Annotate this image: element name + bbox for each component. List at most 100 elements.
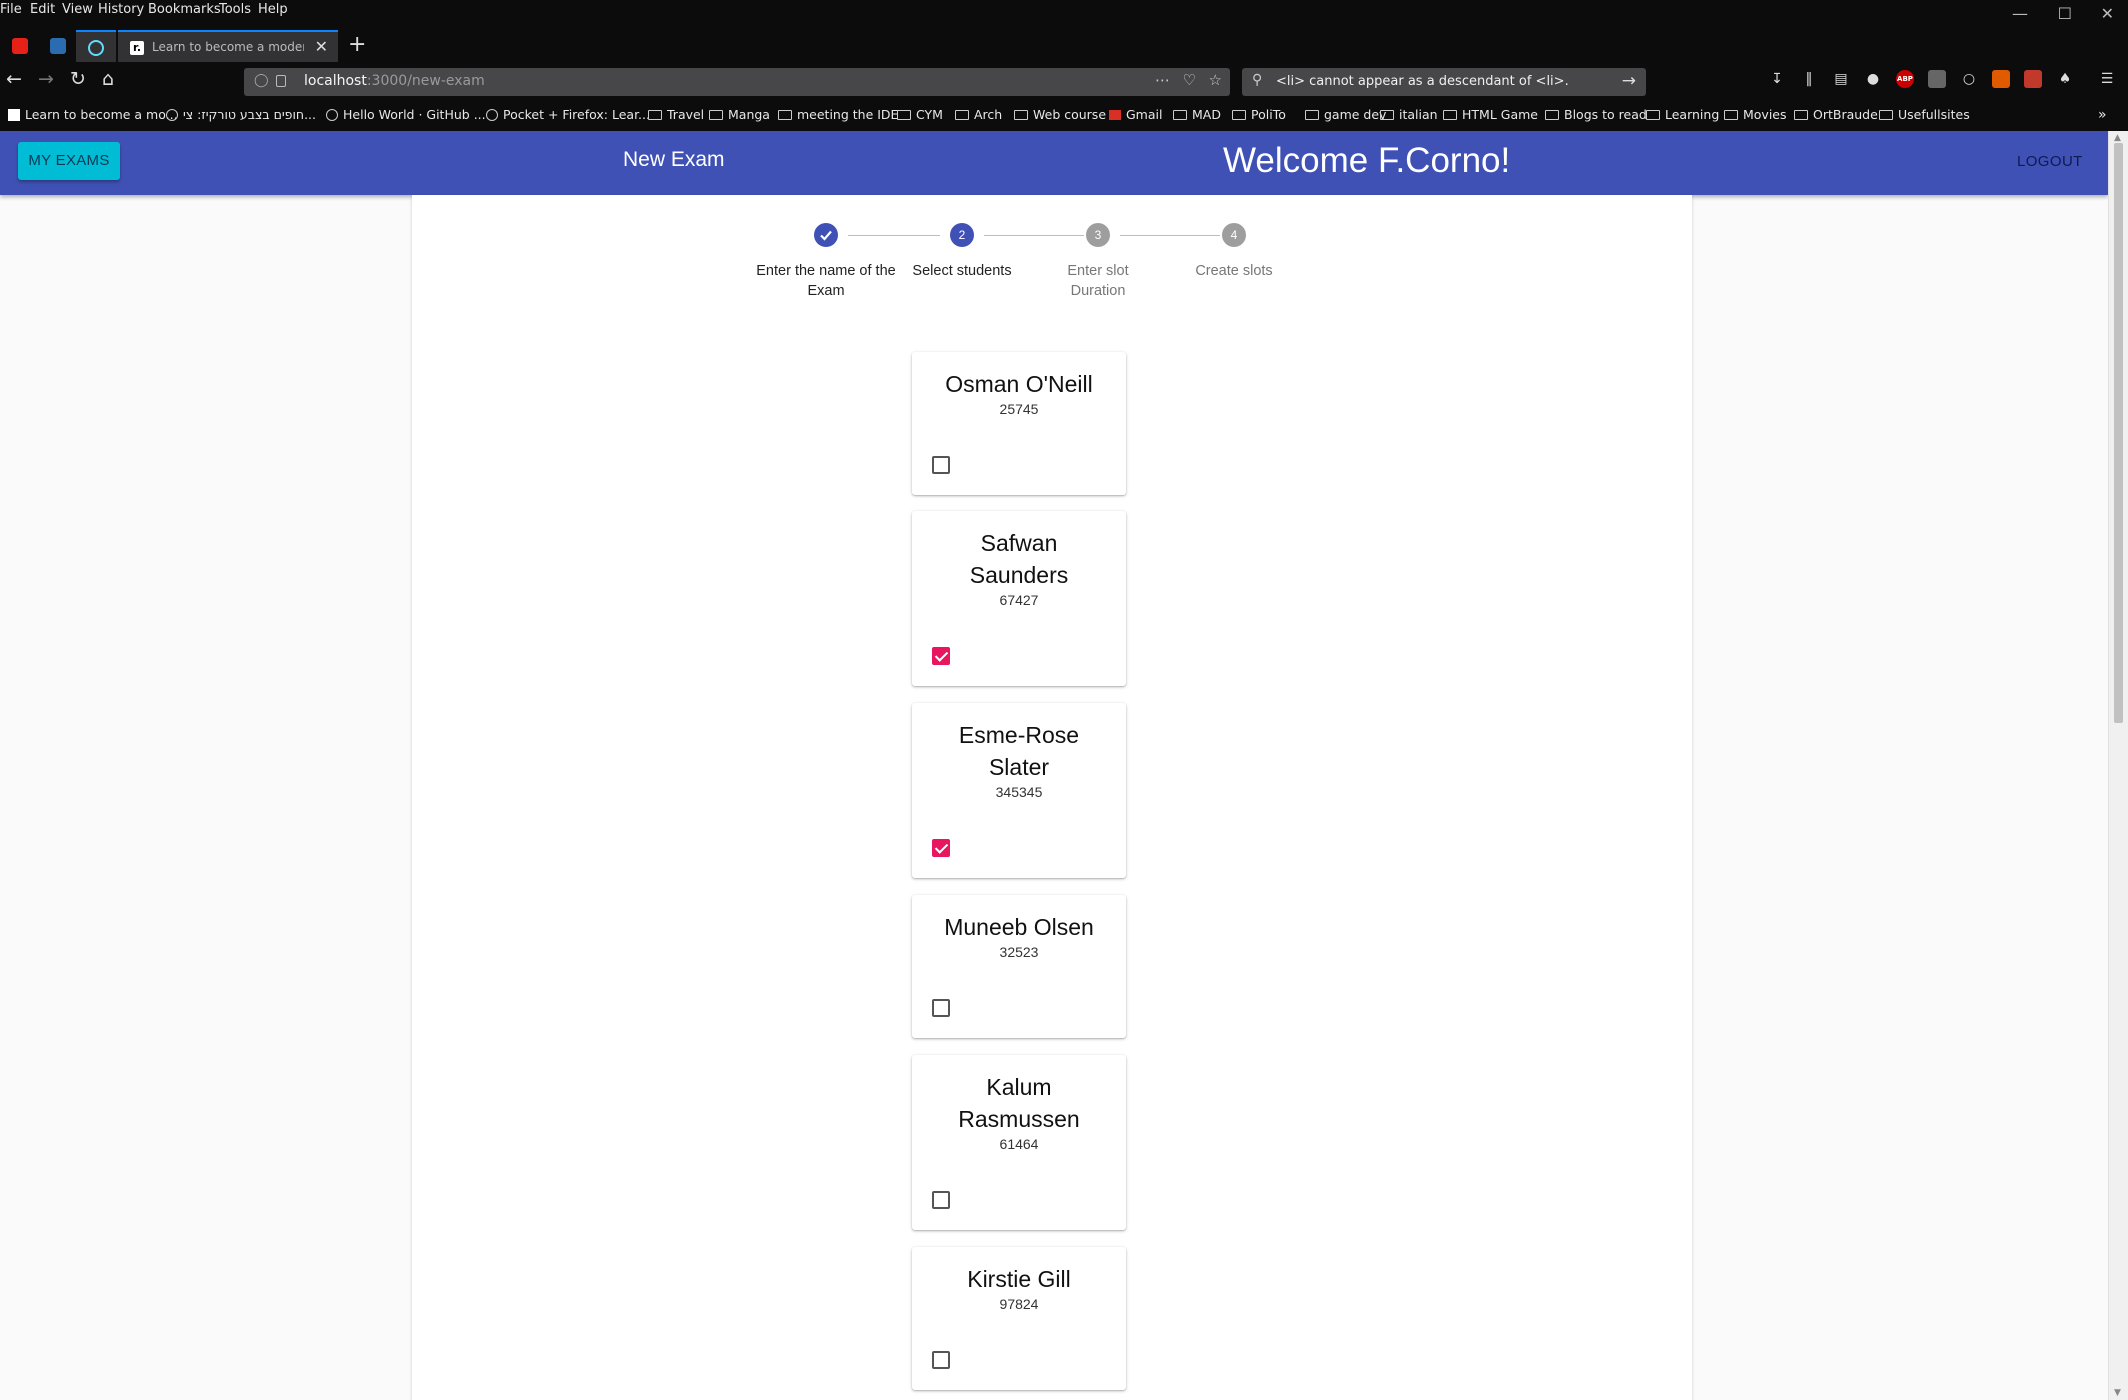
adblock-icon[interactable]: ABP: [1896, 70, 1914, 88]
student-card[interactable]: Kalum Rasmussen 61464: [912, 1055, 1126, 1230]
gmail-icon: [1109, 110, 1121, 120]
sidebar-icon[interactable]: ▤: [1832, 70, 1850, 88]
bookmark-folder[interactable]: italian: [1380, 107, 1438, 122]
extension-puzzle-icon[interactable]: ♠: [2056, 70, 2074, 88]
minimize-icon[interactable]: —: [2012, 4, 2028, 23]
bookmark-item[interactable]: חופים בצבע טורקיז: צי...: [166, 107, 316, 122]
url-bar[interactable]: ◯ localhost:3000/new-exam ⋯ ♡ ☆: [244, 68, 1230, 96]
student-checkbox[interactable]: [932, 1191, 950, 1209]
bookmark-label: MAD: [1192, 107, 1221, 122]
search-icon: ⚲: [1252, 72, 1263, 88]
page-actions-icon[interactable]: ⋯: [1155, 71, 1170, 89]
folder-icon: [648, 110, 662, 120]
student-checkbox-checked[interactable]: [932, 839, 950, 857]
menu-bookmarks[interactable]: Bookmarks: [148, 2, 221, 17]
hamburger-menu-icon[interactable]: ☰: [2098, 70, 2116, 88]
step-label: Enter the name of the Exam: [756, 263, 896, 299]
shield-icon[interactable]: ◯: [254, 73, 269, 88]
student-card[interactable]: Safwan Saunders 67427: [912, 511, 1126, 686]
bookmarks-overflow-icon[interactable]: »: [2098, 107, 2107, 123]
close-tab-icon[interactable]: ✕: [315, 37, 328, 56]
new-tab-icon[interactable]: +: [348, 32, 366, 57]
menu-edit[interactable]: Edit: [30, 2, 55, 17]
back-icon[interactable]: ←: [6, 68, 22, 90]
extension-orange-icon[interactable]: [1992, 70, 2010, 88]
my-exams-button[interactable]: MY EXAMS: [18, 142, 120, 180]
search-go-icon[interactable]: →: [1622, 71, 1636, 91]
bookmark-label: Web course: [1033, 107, 1107, 122]
bookmark-folder[interactable]: OrtBraude: [1794, 107, 1878, 122]
search-input[interactable]: <li> cannot appear as a descendant of <l…: [1276, 74, 1569, 89]
student-card[interactable]: Osman O'Neill 25745: [912, 352, 1126, 495]
pinned-tab-youtube[interactable]: [0, 30, 40, 62]
menu-history[interactable]: History: [98, 2, 144, 17]
bookmark-item[interactable]: Gmail: [1109, 107, 1162, 122]
page-info-icon[interactable]: [276, 75, 286, 87]
maximize-icon[interactable]: ☐: [2058, 4, 2072, 23]
bookmark-folder[interactable]: game dev: [1305, 107, 1386, 122]
extension-w-icon[interactable]: ○: [1960, 70, 1978, 88]
bookmark-item[interactable]: Hello World · GitHub ...: [326, 107, 486, 122]
student-name: Kalum Rasmussen: [958, 1074, 1080, 1132]
url-text[interactable]: localhost:3000/new-exam: [304, 73, 485, 89]
bookmark-folder[interactable]: Manga: [709, 107, 770, 122]
bookmark-item[interactable]: Learn to become a mo...: [8, 107, 178, 122]
globe-icon: [486, 109, 498, 121]
bookmark-folder[interactable]: Blogs to read: [1545, 107, 1647, 122]
extension-red-icon[interactable]: [2024, 70, 2042, 88]
bookmark-folder[interactable]: Travel: [648, 107, 704, 122]
student-checkbox[interactable]: [932, 456, 950, 474]
student-card[interactable]: Kirstie Gill 97824: [912, 1247, 1126, 1390]
bookmark-folder[interactable]: HTML Game: [1443, 107, 1538, 122]
library-icon[interactable]: ‖: [1800, 70, 1818, 88]
bookmark-label: PoliTo: [1251, 107, 1286, 122]
bookmark-label: Hello World · GitHub ...: [343, 107, 486, 122]
bookmark-folder[interactable]: Movies: [1724, 107, 1787, 122]
bookmark-folder[interactable]: CYM: [897, 107, 943, 122]
bookmark-folder[interactable]: PoliTo: [1232, 107, 1286, 122]
account-icon[interactable]: ●: [1864, 70, 1882, 88]
student-checkbox[interactable]: [932, 999, 950, 1017]
menu-view[interactable]: View: [62, 2, 93, 17]
bookmark-item[interactable]: Pocket + Firefox: Lear...: [486, 107, 650, 122]
logout-button[interactable]: LOGOUT: [2017, 153, 2083, 170]
page-viewport: MY EXAMS New Exam Welcome F.Corno! LOGOU…: [0, 131, 2108, 1400]
scroll-up-icon[interactable]: ▲: [2114, 133, 2121, 143]
scrollbar-thumb[interactable]: [2114, 143, 2123, 723]
bookmark-folder[interactable]: MAD: [1173, 107, 1221, 122]
pinned-tab-react[interactable]: [76, 30, 116, 62]
new-exam-panel: Enter the name of the Exam 2 Select stud…: [412, 195, 1692, 1400]
tab-current[interactable]: r. Learn to become a modern fro ✕: [118, 30, 338, 62]
app-bar: MY EXAMS New Exam Welcome F.Corno! LOGOU…: [0, 131, 2108, 195]
extension-icon[interactable]: [1928, 70, 1946, 88]
bookmark-star-icon[interactable]: ☆: [1209, 71, 1222, 89]
github-icon: [326, 109, 338, 121]
student-card[interactable]: Esme-Rose Slater 345345: [912, 703, 1126, 878]
student-checkbox[interactable]: [932, 1351, 950, 1369]
page-scrollbar[interactable]: ▲ ▼: [2108, 131, 2128, 1400]
bookmark-label: Travel: [667, 107, 705, 122]
bookmark-label: game dev: [1324, 107, 1387, 122]
menu-bar: File Edit View History Bookmarks Tools H…: [0, 0, 2128, 22]
reload-icon[interactable]: ↻: [70, 68, 86, 90]
home-icon[interactable]: ⌂: [102, 68, 114, 90]
bookmark-folder[interactable]: Arch: [955, 107, 1002, 122]
student-checkbox-checked[interactable]: [932, 647, 950, 665]
bookmark-folder[interactable]: Web course: [1014, 107, 1106, 122]
menu-help[interactable]: Help: [258, 2, 288, 17]
student-name: Esme-Rose Slater: [958, 722, 1080, 780]
menu-file[interactable]: File: [0, 2, 22, 17]
close-window-icon[interactable]: ✕: [2101, 4, 2114, 23]
menu-tools[interactable]: Tools: [219, 2, 251, 17]
bookmark-folder[interactable]: Learning: [1646, 107, 1719, 122]
bookmark-folder[interactable]: Usefullsites: [1879, 107, 1970, 122]
forward-icon[interactable]: →: [38, 68, 54, 90]
bookmark-folder[interactable]: meeting the IDE: [778, 107, 898, 122]
pinned-tab-devtools[interactable]: [38, 30, 78, 62]
search-bar[interactable]: ⚲ <li> cannot appear as a descendant of …: [1242, 68, 1646, 96]
pocket-icon[interactable]: ♡: [1183, 71, 1196, 89]
globe-icon: [166, 109, 178, 121]
downloads-icon[interactable]: ↧: [1768, 70, 1786, 88]
student-card[interactable]: Muneeb Olsen 32523: [912, 895, 1126, 1038]
scroll-down-icon[interactable]: ▼: [2114, 1388, 2121, 1398]
